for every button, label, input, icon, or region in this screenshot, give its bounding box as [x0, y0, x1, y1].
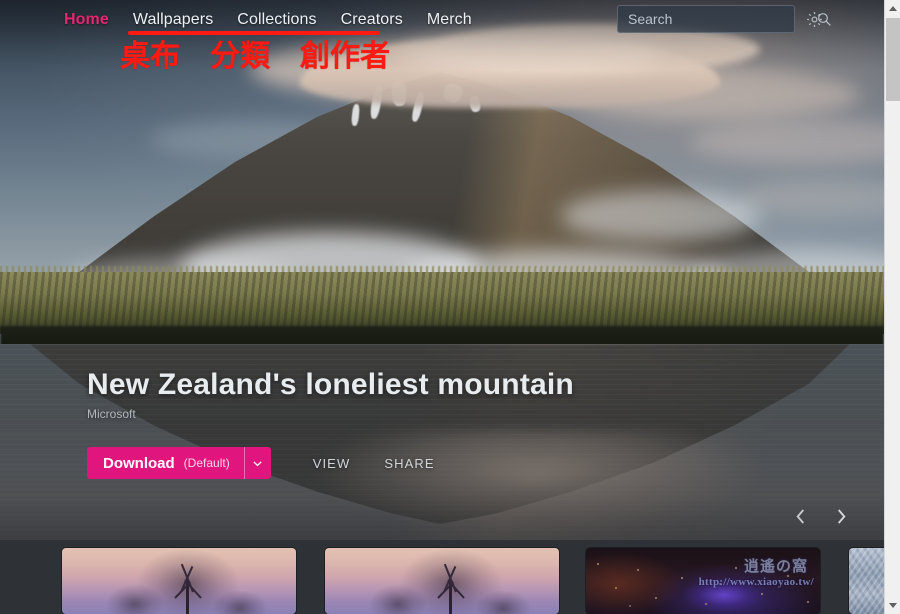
download-button[interactable]: Download (Default): [87, 447, 244, 479]
hero-info: New Zealand's loneliest mountain Microso…: [87, 368, 707, 479]
share-button[interactable]: SHARE: [384, 456, 434, 471]
annotation-underline: [128, 31, 380, 35]
nav-item-home[interactable]: Home: [64, 11, 109, 29]
vertical-scrollbar[interactable]: [884, 0, 900, 614]
search-input[interactable]: [618, 11, 817, 27]
annotation-wallpapers: 桌布: [120, 40, 180, 73]
annotation-collections: 分類: [210, 40, 270, 73]
download-default-tag: (Default): [183, 456, 230, 470]
triangle-up-icon: [889, 6, 897, 11]
triangle-down-icon: [889, 603, 897, 608]
scrollbar-up-triangle-up-icon[interactable]: [885, 0, 900, 17]
nav-item-collections[interactable]: Collections: [237, 11, 316, 29]
download-options-chevron-down-icon[interactable]: [243, 447, 271, 479]
gear-icon[interactable]: [803, 8, 825, 30]
nav-item-merch[interactable]: Merch: [427, 11, 472, 29]
nav-item-wallpapers[interactable]: Wallpapers: [133, 11, 213, 29]
tree-crown-small: [475, 590, 531, 614]
thumbnail-image: [62, 548, 296, 614]
search-box[interactable]: [617, 5, 831, 33]
grassland: [0, 272, 884, 334]
hero-byline: Microsoft: [87, 407, 136, 421]
hero-actions: Download (Default) VIEW SHARE: [87, 447, 707, 479]
thumbnail-tree-dusk-1[interactable]: [62, 548, 296, 614]
tree-crown-small: [212, 590, 268, 614]
annotation-creators: 創作者: [300, 40, 390, 73]
thumbnail-tree-dusk-2[interactable]: [325, 548, 559, 614]
carousel-prev-chevron-left-icon[interactable]: [794, 508, 807, 525]
watermark-text: 逍遙の窩: [743, 558, 808, 575]
annotation-chinese-labels: 桌布 分類 創作者: [120, 42, 390, 72]
view-button[interactable]: VIEW: [313, 456, 351, 471]
watermark-url: http://www.xiaoyao.tw/: [698, 576, 814, 588]
thumbnail-strip: 逍遙の窩 http://www.xiaoyao.tw/: [0, 540, 884, 614]
thumbnail-image: [325, 548, 559, 614]
nav-links: Home Wallpapers Collections Creators Mer…: [64, 11, 472, 29]
thumbnail-snow[interactable]: [849, 548, 884, 614]
carousel-next-chevron-right-icon[interactable]: [835, 508, 848, 525]
download-label: Download: [103, 454, 175, 472]
page-title: New Zealand's loneliest mountain: [87, 368, 574, 401]
scrollbar-thumb[interactable]: [886, 18, 900, 101]
app-window: Home Wallpapers Collections Creators Mer…: [0, 0, 900, 614]
thumbnail-night-street[interactable]: 逍遙の窩 http://www.xiaoyao.tw/: [586, 548, 820, 614]
page-viewport: Home Wallpapers Collections Creators Mer…: [0, 0, 884, 614]
mist-layer: [560, 190, 760, 242]
scrollbar-down-triangle-down-icon[interactable]: [885, 597, 900, 614]
thumbnail-image: 逍遙の窩 http://www.xiaoyao.tw/: [586, 548, 820, 614]
thumbnail-image: [849, 548, 884, 614]
nav-item-creators[interactable]: Creators: [341, 11, 403, 29]
carousel-controls: [794, 508, 848, 525]
